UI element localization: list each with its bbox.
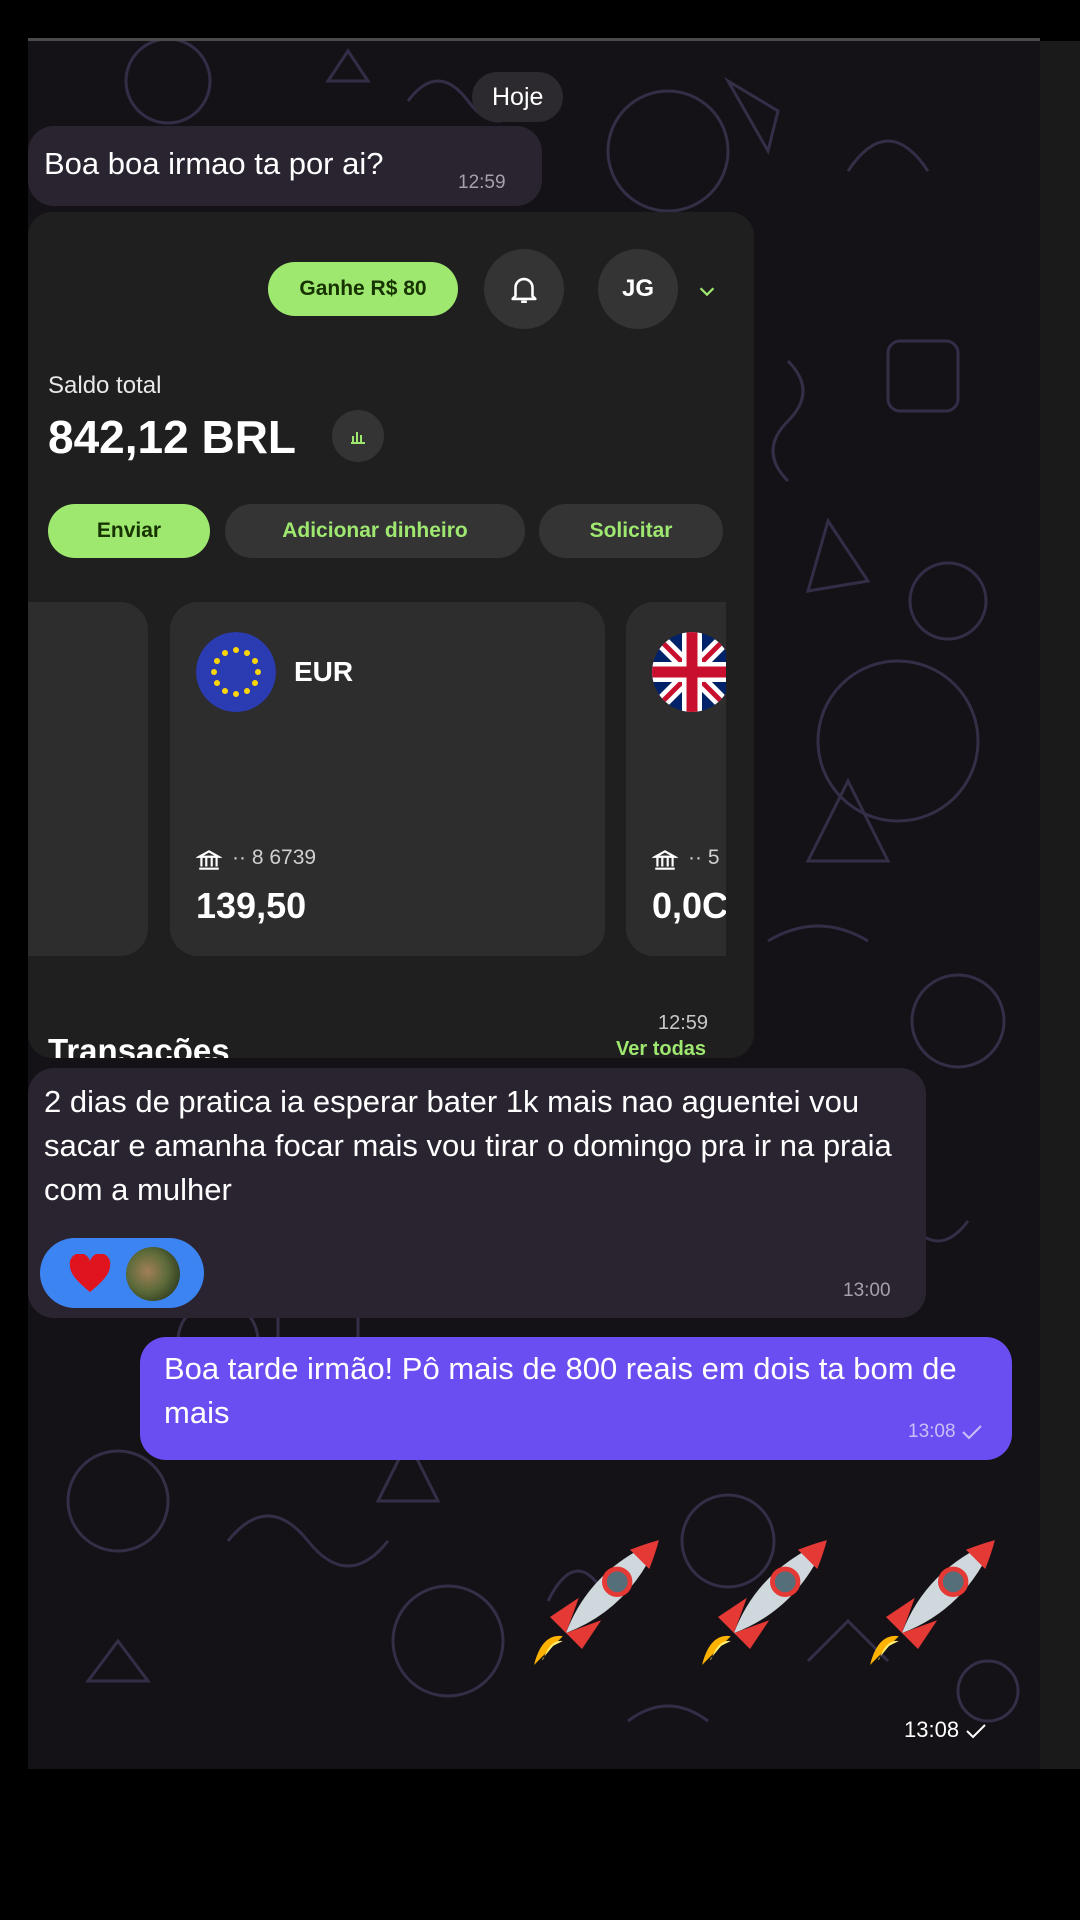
balance-label: Saldo total	[48, 372, 162, 399]
rocket-emoji-icon	[868, 1540, 995, 1667]
earn-reward-button[interactable]: Ganhe R$ 80	[268, 262, 458, 316]
bell-icon	[511, 277, 537, 304]
chat-area[interactable]: Hoje Boa boa irmao ta por ai? 12:59 Ganh…	[28, 41, 1040, 1769]
transactions-title: Transações	[48, 1032, 230, 1058]
message-time-text: 13:08	[908, 1421, 956, 1442]
see-all-link[interactable]: Ver todas	[616, 1038, 706, 1058]
message-time: 12:59	[658, 1012, 709, 1034]
wallet-screenshot-image[interactable]: Ganhe R$ 80 JG Saldo total 842,12 BRL En…	[28, 212, 754, 1058]
profile-avatar[interactable]: JG	[598, 249, 678, 329]
bank-icon	[196, 850, 222, 870]
account-card-eur[interactable]: EUR ·· 8 6739 139,50	[170, 602, 605, 956]
incoming-message[interactable]: Boa boa irmao ta por ai? 12:59	[28, 126, 542, 206]
account-number: ·· 5	[688, 846, 720, 869]
date-pill: Hoje	[472, 72, 564, 122]
account-balance: 0,0C	[652, 885, 729, 926]
outgoing-message[interactable]: Boa tarde irmão! Pô mais de 800 reais em…	[140, 1337, 1012, 1460]
uk-flag-icon	[652, 632, 732, 712]
send-button[interactable]: Enviar	[48, 504, 210, 558]
notifications-button[interactable]	[484, 249, 564, 329]
incoming-message[interactable]: 2 dias de pratica ia esperar bater 1k ma…	[28, 1068, 926, 1318]
message-time: 13:08	[908, 1421, 983, 1443]
emoji-message[interactable]	[518, 1521, 1038, 1741]
add-money-button[interactable]: Adicionar dinheiro	[225, 504, 525, 558]
message-time: 12:59	[458, 172, 506, 193]
heart-emoji-icon	[69, 1254, 111, 1293]
card-crop	[726, 602, 754, 956]
sent-check-icon	[966, 1724, 986, 1739]
scroll-gutter	[1040, 41, 1080, 1769]
rocket-emoji-icon	[532, 1540, 659, 1667]
balance-value: 842,12 BRL	[48, 411, 297, 463]
chevron-down-icon[interactable]	[696, 280, 718, 302]
request-button[interactable]: Solicitar	[539, 504, 723, 558]
message-text: Boa boa irmao ta por ai?	[44, 146, 384, 181]
account-card-partial[interactable]	[28, 602, 148, 956]
emoji-message-time: 13:08	[904, 1717, 987, 1743]
message-text: 2 dias de pratica ia esperar bater 1k ma…	[44, 1084, 892, 1207]
sent-check-icon	[962, 1425, 982, 1440]
account-balance: 139,50	[196, 885, 307, 926]
insights-button[interactable]	[332, 410, 384, 462]
currency-code: EUR	[294, 656, 354, 687]
message-time: 13:00	[843, 1280, 891, 1301]
reactions-pill[interactable]	[40, 1238, 204, 1308]
account-number: ·· 8 6739	[232, 846, 317, 869]
eu-flag-icon	[196, 632, 276, 712]
reaction-user-avatar	[126, 1247, 180, 1301]
rocket-emoji-icon	[700, 1540, 827, 1667]
message-text: Boa tarde irmão! Pô mais de 800 reais em…	[164, 1351, 957, 1430]
bottom-bar	[0, 1769, 1080, 1920]
bar-chart-icon	[351, 432, 365, 444]
top-bar	[0, 0, 1080, 38]
bank-icon	[652, 850, 678, 870]
message-time-text: 13:08	[904, 1717, 960, 1742]
avatar-initials: JG	[621, 275, 654, 302]
